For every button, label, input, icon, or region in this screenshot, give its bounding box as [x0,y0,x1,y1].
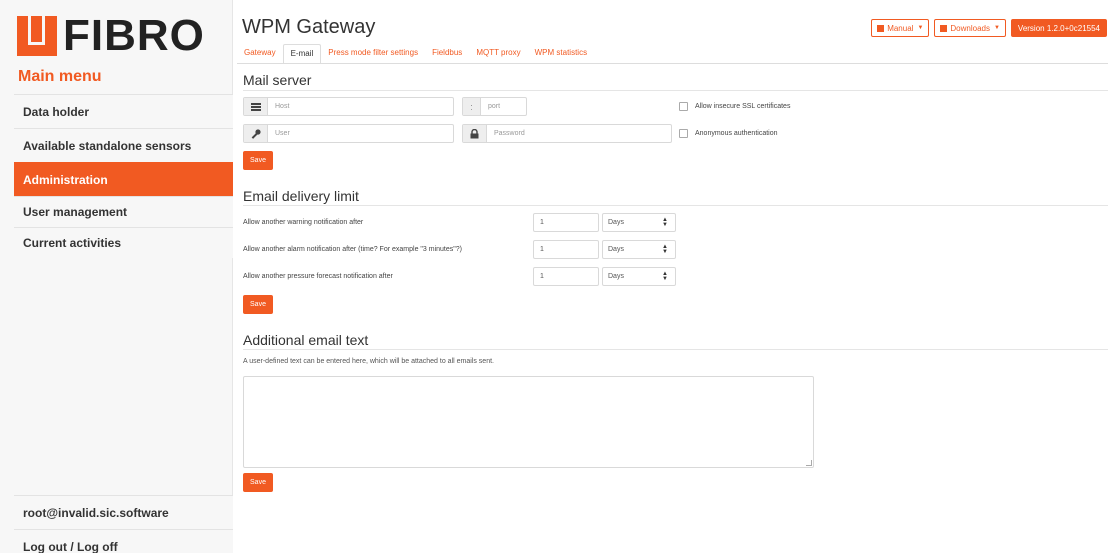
fibro-logo-mark-icon [17,16,57,56]
warning-limit-unit: Days [608,219,624,226]
current-user[interactable]: root@invalid.sic.software [14,495,233,529]
allow-insecure-ssl-label: Allow insecure SSL certificates [695,103,791,110]
lock-icon [463,125,487,142]
sidebar: FIBRO Main menu Data holder Available st… [0,0,233,553]
section-divider [243,205,1108,206]
page-header: WPM Gateway [242,16,375,39]
select-arrows-icon: ▲ ▼ [662,270,668,282]
select-arrows-icon: ▲ ▼ [662,243,668,255]
port-input[interactable]: port [481,98,526,115]
menu-item-current-activities[interactable]: Current activities [14,227,233,258]
alarm-limit-unit: Days [608,246,624,253]
host-input[interactable]: Host [268,98,453,115]
tab-mqtt-proxy[interactable]: MQTT proxy [469,44,527,64]
alarm-limit-label: Allow another alarm notification after (… [243,246,462,253]
warning-limit-value[interactable]: 1 [533,213,599,232]
logo-text: FIBRO [63,11,205,60]
downloads-label: Downloads [950,23,990,33]
main-menu: Data holder Available standalone sensors… [14,94,233,258]
download-icon [940,24,948,32]
pressure-forecast-limit-unit: Days [608,273,624,280]
alarm-limit-value[interactable]: 1 [533,240,599,259]
section-divider [243,349,1108,350]
mail-server-title: Mail server [243,72,312,88]
logout-link[interactable]: Log out / Log off [14,529,233,553]
pressure-forecast-limit-unit-select[interactable]: Days ▲ ▼ [602,267,676,286]
caret-down-icon: ▼ [993,25,1000,31]
port-field-group: : port [462,97,527,116]
delivery-limit-save-button[interactable]: Save [243,295,273,314]
anonymous-auth-label: Anonymous authentication [695,130,778,137]
mail-server-save-button[interactable]: Save [243,151,273,170]
additional-text-title: Additional email text [243,332,369,348]
downloads-button[interactable]: Downloads ▼ [934,19,1006,37]
menu-item-administration[interactable]: Administration [14,162,233,196]
main-menu-title: Main menu [18,68,102,85]
tab-press-mode-filter-settings[interactable]: Press mode filter settings [321,44,425,64]
host-field-group: Host [243,97,454,116]
pressure-forecast-limit-label: Allow another pressure forecast notifica… [243,273,393,280]
user-field-group: User [243,124,454,143]
additional-text-textarea[interactable] [243,376,814,468]
port-separator: : [463,98,481,115]
menu-item-data-holder[interactable]: Data holder [14,94,233,128]
password-input[interactable]: Password [487,125,671,142]
manual-label: Manual [887,23,914,33]
anonymous-auth-checkbox[interactable] [679,129,688,138]
tab-fieldbus[interactable]: Fieldbus [425,44,469,64]
server-icon [244,98,268,115]
version-badge[interactable]: Version 1.2.0+0c21554 [1010,19,1107,37]
delivery-limit-title: Email delivery limit [243,188,359,204]
caret-down-icon: ▼ [917,25,924,31]
menu-item-available-standalone-sensors[interactable]: Available standalone sensors [14,128,233,162]
select-arrows-icon: ▲ ▼ [662,216,668,228]
tab-wpm-statistics[interactable]: WPM statistics [528,44,594,64]
book-icon [877,24,885,32]
tabs-divider [237,63,1108,64]
resize-grip-icon[interactable] [806,460,812,466]
tab-email[interactable]: E-mail [282,44,322,64]
additional-text-help: A user-defined text can be entered here,… [243,358,494,365]
page-title: WPM Gateway [242,16,376,38]
pressure-forecast-limit-value[interactable]: 1 [533,267,599,286]
manual-button[interactable]: Manual ▼ [871,19,930,37]
anonymous-auth-row[interactable]: Anonymous authentication [679,129,778,138]
alarm-limit-unit-select[interactable]: Days ▲ ▼ [602,240,676,259]
tab-gateway[interactable]: Gateway [237,44,283,64]
additional-text-save-button[interactable]: Save [243,473,273,492]
user-input[interactable]: User [268,125,453,142]
warning-limit-unit-select[interactable]: Days ▲ ▼ [602,213,676,232]
menu-item-user-management[interactable]: User management [14,196,233,227]
settings-tabs: Gateway E-mail Press mode filter setting… [237,44,594,64]
header-actions: Manual ▼ Downloads ▼ Version 1.2.0+0c215… [871,19,1107,37]
warning-limit-label: Allow another warning notification after [243,219,364,226]
account-menu: root@invalid.sic.software Log out / Log … [14,495,233,553]
wrench-icon [244,125,268,142]
fibro-logo: FIBRO [17,14,205,58]
allow-insecure-ssl-row[interactable]: Allow insecure SSL certificates [679,102,790,111]
section-divider [243,90,1108,91]
password-field-group: Password [462,124,672,143]
allow-insecure-ssl-checkbox[interactable] [679,102,688,111]
